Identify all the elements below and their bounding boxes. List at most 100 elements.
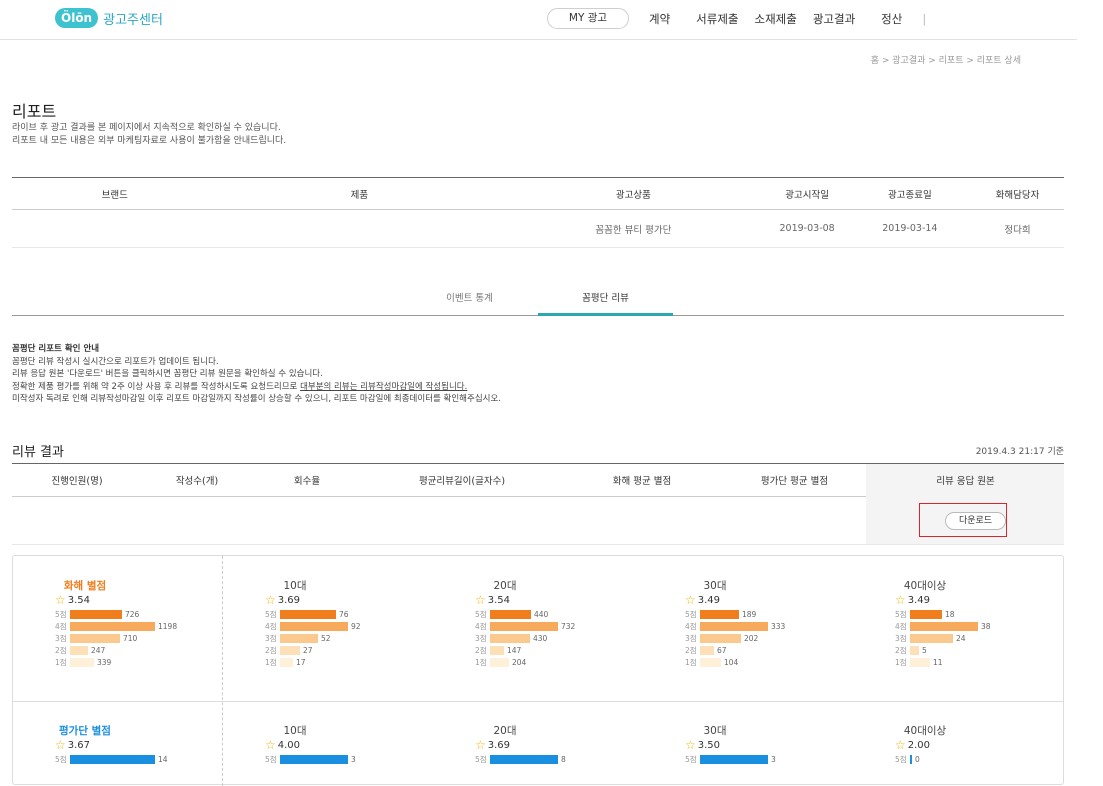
rating-bar-row: 4점 92 xyxy=(265,620,361,632)
rating-count: 3 xyxy=(771,754,776,764)
nav-item-contract[interactable]: 계약 xyxy=(649,11,670,27)
column-header: 작성수(개) xyxy=(175,476,219,487)
page-title: 리포트 xyxy=(12,102,57,121)
average-rating: ☆ 3.67 xyxy=(55,738,90,752)
rating-count: 67 xyxy=(717,645,727,655)
average-value: 3.69 xyxy=(487,739,511,751)
download-button[interactable]: 다운로드 xyxy=(945,512,1006,530)
tab-event-stats[interactable]: 이벤트 통계 xyxy=(402,286,537,316)
report-tabs: 이벤트 통계 꼼평단 리뷰 xyxy=(12,286,1064,316)
logo-badge: Ölōn xyxy=(55,8,99,28)
table-row: 다운로드 xyxy=(12,497,1064,545)
rating-group-title: 20대 xyxy=(493,580,517,592)
rating-count: 5 xyxy=(922,645,927,655)
page-description: 라이브 후 광고 결과를 본 페이지에서 지속적으로 확인하실 수 있습니다. … xyxy=(12,122,286,148)
guide-underline-text: 대부분의 리뷰는 리뷰작성마감일에 작성됩니다. xyxy=(300,381,468,392)
star-icon: ☆ xyxy=(55,593,66,607)
table-header-row: 브랜드 제품 광고상품 광고시작일 광고종료일 화해담당자 xyxy=(12,178,1064,210)
rating-count: 430 xyxy=(533,633,548,643)
rating-bar xyxy=(910,754,912,764)
rating-count: 710 xyxy=(123,633,138,643)
rating-count: 52 xyxy=(321,633,331,643)
timestamp: 2019.4.3 21:17 기준 xyxy=(975,447,1064,457)
rating-count: 14 xyxy=(158,754,168,764)
nav-separator: | xyxy=(922,11,927,26)
rating-bar-row: 3점 24 xyxy=(895,632,991,644)
score-label: 5점 xyxy=(265,754,277,764)
rating-bar xyxy=(280,754,348,764)
average-value: 3.67 xyxy=(67,739,91,751)
rating-distribution: 5점 18 4점 38 3점 24 2점 5 1점 11 xyxy=(895,608,991,668)
rating-group-title: 평가단 별점 xyxy=(59,725,111,737)
average-value: 3.49 xyxy=(907,594,931,606)
average-value: 2.00 xyxy=(907,739,931,751)
rating-bar-row: 1점 339 xyxy=(55,656,177,668)
rating-count: 333 xyxy=(771,621,786,631)
rating-bar xyxy=(280,657,293,667)
nav-item-settlement[interactable]: 정산 xyxy=(881,11,902,27)
table-cell: 2019-03-14 xyxy=(882,223,938,234)
top-header: Ölōn 광고주센터 MY 광고 계약 서류제출 소재제출 광고결과 정산 | xyxy=(0,0,1077,40)
rating-distribution: 5점 14 xyxy=(55,753,168,765)
rating-bar-row: 3점 52 xyxy=(265,632,361,644)
rating-group-title: 30대 xyxy=(703,725,727,737)
column-header: 브랜드 xyxy=(101,189,128,201)
rating-count: 18 xyxy=(945,609,955,619)
rating-count: 147 xyxy=(507,645,522,655)
logo-text: 광고주센터 xyxy=(103,12,163,28)
rating-bar-row: 2점 147 xyxy=(475,644,575,656)
column-header: 광고상품 xyxy=(615,189,651,201)
review-result-title: 리뷰 결과 xyxy=(12,445,64,460)
score-label: 2점 xyxy=(685,645,697,655)
average-rating: ☆ 3.69 xyxy=(475,738,510,752)
rating-bar-row: 2점 67 xyxy=(685,644,785,656)
rating-bar-row: 1점 104 xyxy=(685,656,785,668)
rating-group-title: 20대 xyxy=(493,725,517,737)
score-label: 5점 xyxy=(895,754,907,764)
rating-distribution: 5점 3 xyxy=(265,753,356,765)
rating-distribution: 5점 3 xyxy=(685,753,776,765)
rating-bar xyxy=(490,645,504,655)
column-header: 진행인원(명) xyxy=(51,476,103,487)
rating-bar xyxy=(700,657,721,667)
guide-line: 리뷰 응답 원본 '다운로드' 버튼을 클릭하시면 꼼평단 리뷰 원문을 확인하… xyxy=(12,369,323,379)
nav-item-documents[interactable]: 서류제출 xyxy=(696,11,738,27)
rating-count: 202 xyxy=(744,633,759,643)
star-icon: ☆ xyxy=(55,738,66,752)
rating-bar-row: 1점 17 xyxy=(265,656,361,668)
rating-count: 0 xyxy=(915,754,920,764)
rating-bar xyxy=(280,609,336,619)
column-header: 회수율 xyxy=(293,476,321,487)
rating-bar-row: 5점 8 xyxy=(475,753,566,765)
rating-bar-row: 3점 430 xyxy=(475,632,575,644)
rating-count: 92 xyxy=(351,621,361,631)
rating-stats-panel: 화해 별점 ☆ 3.54 5점 726 4점 1198 3점 710 2점 247 1점 339 10대 ☆… xyxy=(12,555,1064,786)
table-cell: 2019-03-08 xyxy=(779,223,835,234)
rating-bar-row: 5점 726 xyxy=(55,608,177,620)
score-label: 5점 xyxy=(475,754,487,764)
rating-group-title: 10대 xyxy=(283,725,307,737)
rating-group-title: 30대 xyxy=(703,580,727,592)
rating-bar-row: 5점 18 xyxy=(895,608,991,620)
rating-count: 27 xyxy=(303,645,313,655)
score-label: 1점 xyxy=(265,657,277,667)
my-ad-button[interactable]: MY 광고 xyxy=(547,8,629,29)
rating-count: 8 xyxy=(561,754,566,764)
nav-item-materials[interactable]: 소재제출 xyxy=(755,11,797,27)
nav-item-ad-results[interactable]: 광고결과 xyxy=(813,11,855,27)
logo[interactable]: Ölōn 광고주센터 xyxy=(55,8,163,28)
rating-bar xyxy=(700,633,741,643)
rating-bar xyxy=(910,633,953,643)
score-label: 3점 xyxy=(475,633,487,643)
rating-bar-row: 5점 0 xyxy=(895,753,920,765)
column-header: 광고시작일 xyxy=(785,189,829,201)
rating-bar-row: 2점 247 xyxy=(55,644,177,656)
tab-review[interactable]: 꼼평단 리뷰 xyxy=(538,286,673,316)
table-cell: 정다희 xyxy=(1004,224,1031,236)
score-label: 2점 xyxy=(55,645,67,655)
star-icon: ☆ xyxy=(475,593,486,607)
average-rating: ☆ 3.69 xyxy=(265,593,300,607)
rating-bar-row: 5점 440 xyxy=(475,608,575,620)
average-value: 4.00 xyxy=(277,739,301,751)
page-description-line: 라이브 후 광고 결과를 본 페이지에서 지속적으로 확인하실 수 있습니다. xyxy=(12,123,281,133)
